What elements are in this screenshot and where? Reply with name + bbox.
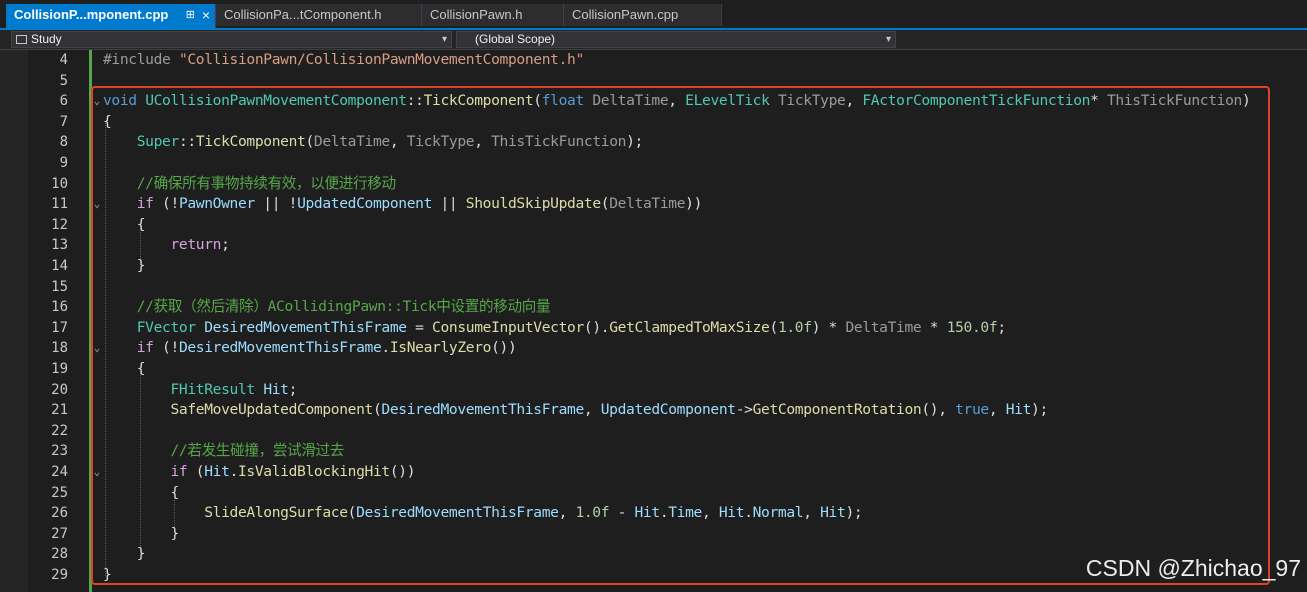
tab-collisionpawn-h[interactable]: CollisionPawn.h [422, 4, 564, 26]
line-number: 23 [51, 443, 68, 460]
code-text: #include "CollisionPawn/CollisionPawnMov… [103, 51, 584, 68]
dropdown-arrow-icon: ▾ [441, 34, 447, 45]
line-number: 25 [51, 484, 68, 501]
line-number: 12 [51, 216, 68, 233]
project-icon [16, 35, 27, 44]
line-number: 20 [51, 381, 68, 398]
dropdown-arrow-icon: ▾ [885, 34, 891, 45]
line-number: 4 [59, 52, 68, 68]
pin-icon[interactable]: ⊞ [186, 4, 195, 26]
project-dropdown[interactable]: Study ▾ [11, 31, 452, 48]
line-number: 17 [51, 319, 68, 336]
highlight-annotation-box [91, 86, 1270, 585]
navigation-bar: Study ▾ (Global Scope) ▾ [0, 30, 1307, 50]
line-number: 11 [51, 196, 68, 213]
document-tab-bar: CollisionP...mponent.cpp ⊞ × CollisionPa… [0, 0, 1307, 30]
line-number: 26 [51, 505, 68, 522]
tab-label: CollisionPa...tComponent.h [224, 7, 382, 22]
watermark: CSDN @Zhichao_97 [1085, 555, 1301, 581]
tab-collisionpawnmovementcomponent-cpp[interactable]: CollisionP...mponent.cpp ⊞ × [6, 4, 216, 28]
line-number: 5 [59, 72, 68, 89]
scope-label: (Global Scope) [475, 32, 556, 46]
line-number: 10 [51, 175, 68, 192]
line-number: 28 [51, 546, 68, 563]
tab-label: CollisionP...mponent.cpp [14, 7, 169, 22]
line-number: 13 [51, 237, 68, 254]
tab-label: CollisionPawn.cpp [572, 7, 679, 22]
line-number: 22 [51, 422, 68, 439]
line-number: 7 [59, 113, 68, 130]
line-number: 8 [59, 134, 68, 151]
line-number: 19 [51, 361, 68, 377]
code-line: 4 #include "CollisionPawn/CollisionPawnM… [0, 50, 1307, 70]
line-number: 16 [51, 299, 68, 316]
line-number: 24 [51, 464, 68, 480]
tab-collisionpawnmovementcomponent-h[interactable]: CollisionPa...tComponent.h [216, 4, 422, 26]
scope-dropdown[interactable]: (Global Scope) ▾ [456, 31, 896, 48]
line-number: 15 [51, 278, 68, 295]
line-number: 6 [59, 93, 68, 110]
tab-collisionpawn-cpp[interactable]: CollisionPawn.cpp [564, 4, 722, 26]
project-label: Study [31, 32, 62, 46]
line-number: 14 [51, 258, 68, 274]
tab-label: CollisionPawn.h [430, 7, 523, 22]
line-number: 9 [59, 155, 68, 171]
line-number: 29 [51, 567, 68, 583]
line-number: 21 [51, 402, 68, 419]
close-icon[interactable]: × [202, 4, 210, 26]
line-number: 27 [51, 525, 68, 542]
line-number: 18 [51, 340, 68, 357]
